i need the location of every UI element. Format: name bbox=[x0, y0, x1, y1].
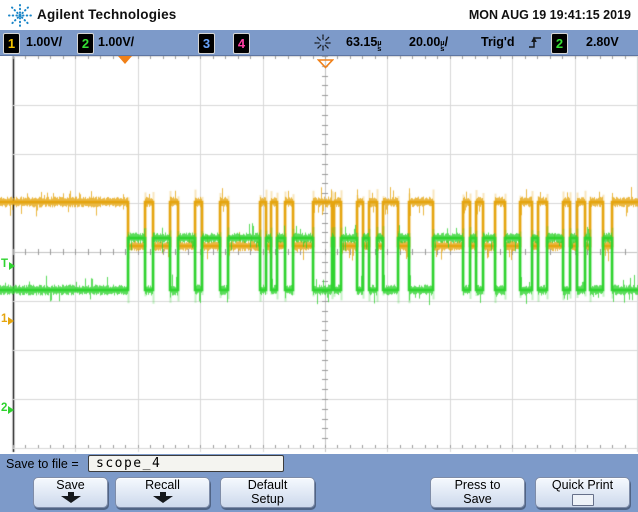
down-arrow-icon bbox=[151, 492, 175, 507]
trigger-status: Trig'd bbox=[481, 35, 515, 49]
channel-2-scale: 1.00V/ bbox=[98, 35, 135, 49]
channel-3-badge[interactable]: 3 bbox=[198, 33, 215, 54]
delay-reference-marker-icon[interactable] bbox=[316, 56, 335, 74]
right-arrow-icon bbox=[9, 262, 16, 270]
oscilloscope-screen: Agilent Technologies MON AUG 19 19:41:15… bbox=[0, 0, 638, 512]
channel-1-ground-marker[interactable]: 1 bbox=[1, 313, 15, 325]
trigger-level-marker[interactable]: T bbox=[1, 258, 16, 270]
agilent-logo-icon bbox=[7, 3, 33, 33]
top-bar: Agilent Technologies MON AUG 19 19:41:15… bbox=[0, 0, 638, 30]
press-to-save-button[interactable]: Press to Save bbox=[430, 477, 525, 508]
trigger-time-marker-icon[interactable] bbox=[118, 56, 132, 64]
timebase-sun-icon bbox=[314, 34, 332, 57]
channel-2-badge[interactable]: 2 bbox=[77, 33, 94, 54]
trigger-source-badge[interactable]: 2 bbox=[551, 33, 568, 54]
timebase-readout: 20.00 µ s / bbox=[409, 35, 449, 53]
trigger-edge-icon bbox=[528, 35, 542, 55]
default-setup-button[interactable]: Default Setup bbox=[220, 477, 315, 508]
save-to-file-label: Save to file = bbox=[6, 457, 79, 471]
status-bar: 1 1.00V/ 2 1.00V/ 3 4 63.15 µ s 20.00 µ s / T… bbox=[0, 30, 638, 56]
waveform-canvas bbox=[0, 56, 638, 454]
datetime-readout: MON AUG 19 19:41:15 2019 bbox=[468, 8, 631, 22]
down-arrow-icon bbox=[59, 492, 83, 507]
filename-field[interactable]: scope_4 bbox=[88, 455, 284, 472]
trigger-level-readout: 2.80V bbox=[586, 35, 619, 49]
right-arrow-icon bbox=[8, 406, 15, 414]
channel-1-scale: 1.00V/ bbox=[26, 35, 63, 49]
quick-print-button[interactable]: Quick Print bbox=[535, 477, 630, 508]
quick-print-indicator bbox=[571, 493, 594, 506]
channel-4-badge[interactable]: 4 bbox=[233, 33, 250, 54]
softkey-bar: Save Recall Default Setup Press to Save … bbox=[0, 474, 638, 512]
save-to-file-bar: Save to file = scope_4 bbox=[0, 454, 638, 474]
waveform-display: T 1 2 bbox=[0, 56, 638, 454]
recall-button[interactable]: Recall bbox=[115, 477, 210, 508]
save-button[interactable]: Save bbox=[33, 477, 108, 508]
channel-1-badge[interactable]: 1 bbox=[3, 33, 20, 54]
channel-2-ground-marker[interactable]: 2 bbox=[1, 402, 15, 414]
delay-readout: 63.15 µ s bbox=[346, 35, 382, 53]
brand-title: Agilent Technologies bbox=[37, 7, 177, 22]
right-arrow-icon bbox=[8, 317, 15, 325]
